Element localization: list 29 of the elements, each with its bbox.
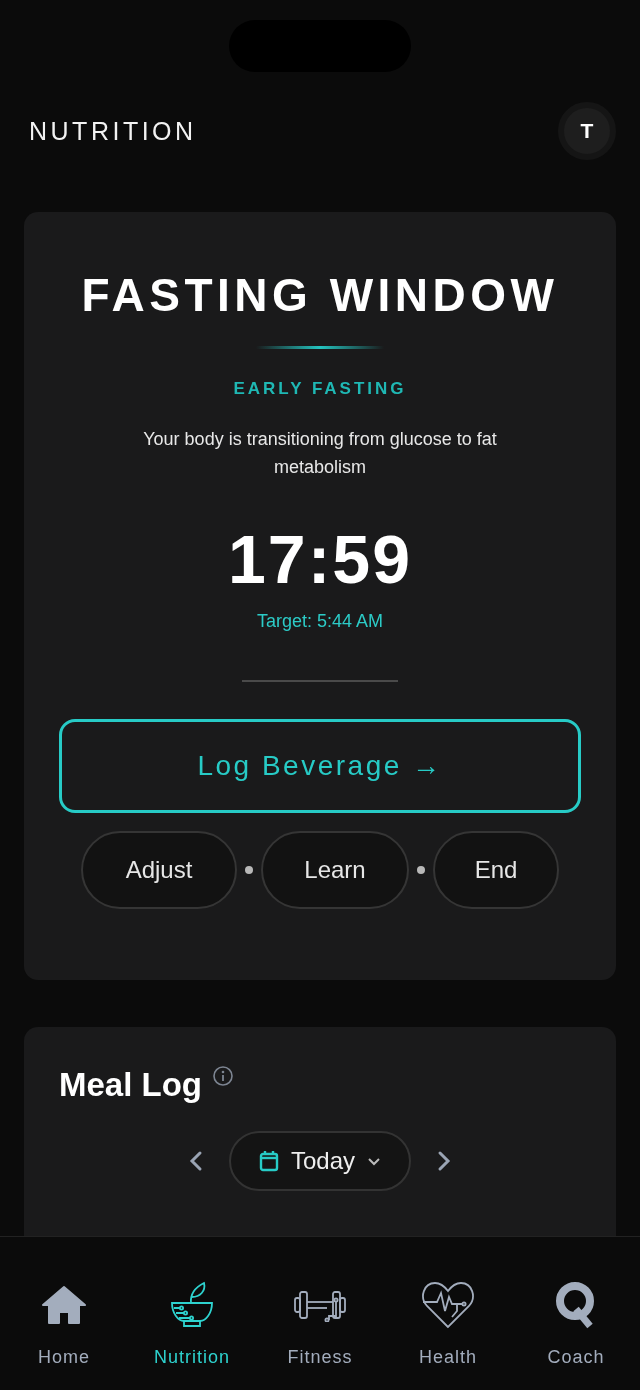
fasting-timer: 17:59: [228, 520, 412, 599]
tab-button[interactable]: Health: [384, 1237, 512, 1390]
log-beverage-button[interactable]: Log Beverage →: [59, 719, 581, 813]
tab-button[interactable]: Fitness: [256, 1237, 384, 1390]
calendar-icon: [258, 1150, 279, 1172]
chevron-left-icon: [189, 1150, 203, 1172]
dumbbell-icon: [293, 1288, 347, 1322]
tab-button[interactable]: Nutrition: [128, 1237, 256, 1390]
target-time: Target: 5:44 AM: [256, 611, 384, 632]
home-icon: [41, 1285, 87, 1325]
action-button[interactable]: Learn: [261, 831, 409, 909]
bowl-icon: [170, 1281, 214, 1329]
tab-button[interactable]: Coach: [512, 1237, 640, 1390]
phase-description: Your body is transitioning from glucose to fat metabolism: [142, 428, 498, 479]
avatar-button[interactable]: T: [558, 102, 616, 160]
action-button[interactable]: Adjust: [81, 831, 237, 909]
section-title: Meal Log: [59, 1065, 202, 1105]
separator-dot: [417, 866, 425, 874]
heart-icon: [421, 1281, 475, 1329]
separator-dot: [245, 866, 253, 874]
info-icon[interactable]: [212, 1065, 234, 1087]
chevron-right-icon: [437, 1150, 451, 1172]
action-button[interactable]: End: [433, 831, 559, 909]
phase-label: EARLY FASTING: [233, 379, 407, 399]
tab-button[interactable]: Home: [0, 1237, 128, 1390]
card-title: FASTING WINDOW: [81, 270, 559, 320]
page-title: NUTRITION: [29, 116, 197, 146]
date-selector[interactable]: Today: [229, 1131, 411, 1191]
chevron-down-icon: [367, 1156, 381, 1166]
